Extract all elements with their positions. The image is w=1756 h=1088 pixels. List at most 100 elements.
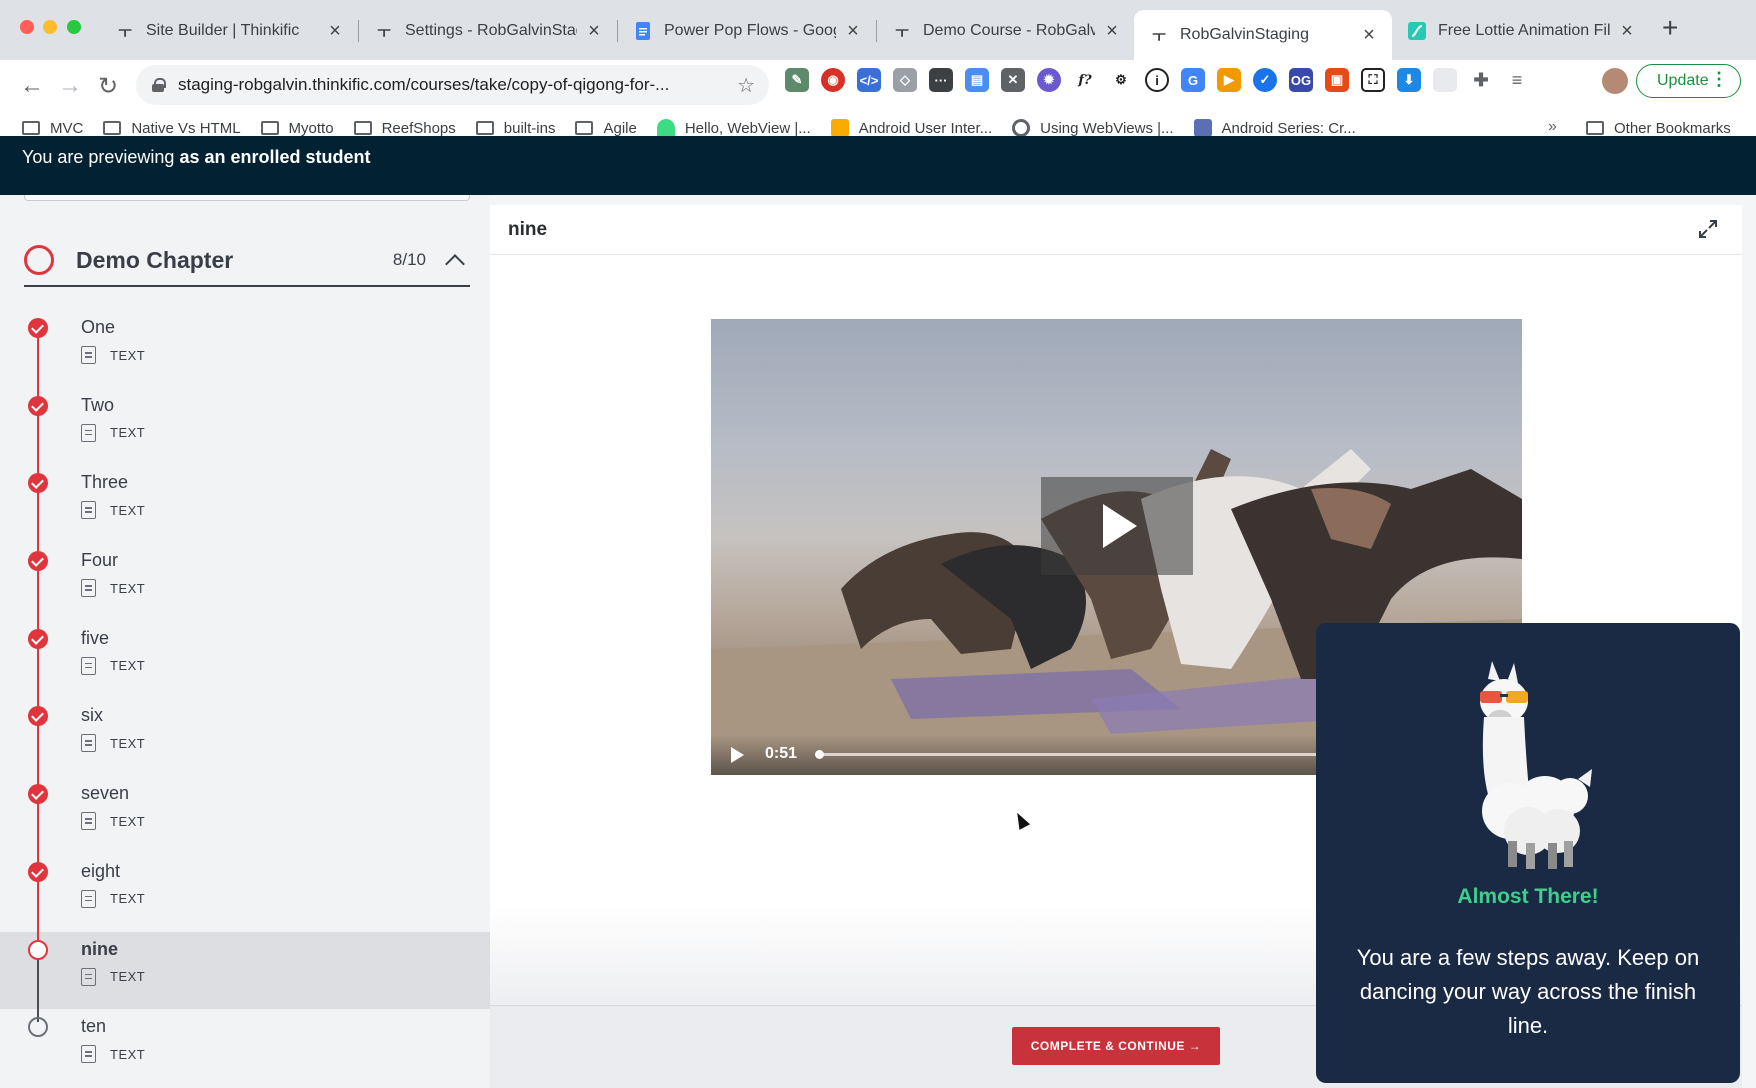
close-tab-icon[interactable]: × xyxy=(326,20,344,43)
text-document-icon xyxy=(81,967,96,986)
close-tab-icon[interactable]: × xyxy=(1618,20,1636,43)
code-extension-icon[interactable]: </> xyxy=(857,68,881,92)
media-controls-icon[interactable]: ≡ xyxy=(1505,68,1529,92)
bookmark-folder[interactable]: Myotto xyxy=(260,120,334,137)
browser-tab[interactable]: ㅜ Demo Course - RobGalvin × xyxy=(877,10,1135,52)
translate-extension-icon[interactable]: G xyxy=(1181,68,1205,92)
lesson-title: One xyxy=(81,317,116,337)
bookmark-folder[interactable]: ReefShops xyxy=(353,120,456,137)
play-icon[interactable] xyxy=(1041,477,1193,575)
tab-label: Free Lottie Animation File xyxy=(1438,22,1610,39)
arrow-extension-icon[interactable]: ▶ xyxy=(1217,68,1241,92)
gear-extension-icon[interactable]: ✹ xyxy=(1037,68,1061,92)
browser-tab[interactable]: ㅜ Settings - RobGalvinStagi × xyxy=(359,10,617,52)
reload-icon[interactable]: ↻ xyxy=(98,72,118,101)
minimize-window-button[interactable] xyxy=(43,20,57,34)
lesson-item[interactable]: seven TEXT xyxy=(0,776,490,867)
lesson-item[interactable]: One TEXT xyxy=(0,310,490,400)
bookmark-link[interactable]: Android User Inter... xyxy=(830,119,992,137)
lock-extension-icon[interactable]: ▣ xyxy=(1325,68,1349,92)
profile-avatar[interactable] xyxy=(1602,68,1628,94)
complete-check-icon xyxy=(28,473,48,494)
lesson-title: Four xyxy=(81,550,119,571)
bookmark-folder[interactable]: MVC xyxy=(22,120,83,137)
text-document-icon xyxy=(81,734,96,753)
close-tab-icon[interactable]: × xyxy=(585,20,603,43)
lesson-type-label: TEXT xyxy=(110,813,146,829)
update-label: Update xyxy=(1657,72,1709,89)
maximize-window-button[interactable] xyxy=(67,20,81,34)
progress-line xyxy=(37,879,39,944)
eyedropper-extension-icon[interactable]: ✎ xyxy=(785,68,809,92)
lesson-item[interactable]: six TEXT xyxy=(0,698,490,789)
bookmark-link[interactable]: Android Series: Cr... xyxy=(1193,119,1356,137)
folder-icon xyxy=(353,121,372,135)
wrench-extension-icon[interactable]: ⚙ xyxy=(1109,68,1133,92)
android-icon xyxy=(656,119,675,137)
lesson-type-label: TEXT xyxy=(110,969,146,984)
bookmark-label: Hello, WebView |... xyxy=(684,119,811,137)
lesson-type-label: TEXT xyxy=(110,735,146,751)
lesson-item[interactable]: ten TEXT xyxy=(0,1009,490,1087)
info-extension-icon[interactable]: i xyxy=(1145,68,1169,92)
bookmark-folder[interactable]: Native Vs HTML xyxy=(103,120,241,137)
lesson-item[interactable]: Four TEXT xyxy=(0,543,490,634)
complete-continue-button[interactable]: COMPLETE & CONTINUE → xyxy=(1012,1027,1220,1065)
close-tab-icon[interactable]: × xyxy=(1360,24,1378,47)
close-window-button[interactable] xyxy=(20,20,34,34)
play-small-icon[interactable] xyxy=(731,747,744,763)
folder-icon xyxy=(475,121,494,135)
chapter-header[interactable]: Demo Chapter 8/10 xyxy=(24,235,470,287)
font-extension-icon[interactable]: f? xyxy=(1073,68,1097,92)
more-bookmarks-icon[interactable]: » xyxy=(1548,118,1557,136)
lesson-type-label: TEXT xyxy=(110,1046,146,1062)
new-tab-icon[interactable]: + xyxy=(1662,12,1678,44)
lesson-item[interactable]: five TEXT xyxy=(0,621,490,711)
download-extension-icon[interactable]: ⬇ xyxy=(1397,68,1421,92)
lottie-icon xyxy=(1408,22,1426,40)
close-tab-icon[interactable]: × xyxy=(1103,20,1121,43)
og-extension-icon[interactable]: OG xyxy=(1289,68,1313,92)
browser-tab[interactable]: Power Pop Flows - Google × xyxy=(618,10,876,52)
video-progress-knob[interactable] xyxy=(815,750,824,759)
panel-extension-icon[interactable]: ▤ xyxy=(965,68,989,92)
puzzle-extensions-icon[interactable]: ✚ xyxy=(1469,68,1493,92)
tools-extension-icon[interactable]: ✕ xyxy=(1001,68,1025,92)
sidebar-search[interactable] xyxy=(24,195,470,201)
bookmark-star-icon[interactable]: ☆ xyxy=(737,73,755,98)
back-arrow-icon[interactable]: ← xyxy=(20,72,44,100)
lesson-item[interactable]: eight TEXT xyxy=(0,854,490,944)
bookmark-folder[interactable]: Agile xyxy=(575,120,637,137)
bookmark-link[interactable]: Using WebViews |... xyxy=(1012,119,1174,137)
progress-line xyxy=(37,569,39,634)
thinkific-icon: ㅜ xyxy=(895,23,909,41)
browser-tab[interactable]: ㅜ Site Builder | Thinkific × xyxy=(100,10,358,52)
check-extension-icon[interactable]: ✓ xyxy=(1253,68,1277,92)
lesson-item[interactable]: Two TEXT xyxy=(0,388,490,478)
bookmark-folder[interactable]: built-ins xyxy=(475,120,555,137)
lesson-item-current[interactable]: nine TEXT xyxy=(0,931,490,1022)
bookmark-label: Using WebViews |... xyxy=(1040,119,1174,137)
screenshot-extension-icon[interactable]: ⛶ xyxy=(1361,68,1385,92)
eraser-extension-icon[interactable]: ◇ xyxy=(893,68,917,92)
banner-emphasis: as an enrolled student xyxy=(179,147,371,167)
complete-check-icon xyxy=(28,784,48,805)
expand-fullscreen-icon[interactable] xyxy=(1698,219,1718,239)
blank-extension-icon[interactable] xyxy=(1433,68,1457,92)
forward-arrow-icon[interactable]: → xyxy=(58,72,82,100)
browser-tab[interactable]: Free Lottie Animation File × xyxy=(1392,10,1650,52)
chevron-up-icon[interactable] xyxy=(445,254,465,274)
browser-tab-active[interactable]: ㅜ RobGalvinStaging × xyxy=(1134,10,1392,60)
bookmark-link[interactable]: Hello, WebView |... xyxy=(656,119,811,137)
lesson-item[interactable]: Three TEXT xyxy=(0,465,490,556)
lesson-title: seven xyxy=(81,783,130,804)
lock-icon xyxy=(152,78,166,92)
update-button[interactable]: Update ⋮ xyxy=(1636,64,1741,98)
close-tab-icon[interactable]: × xyxy=(844,20,862,43)
progress-line xyxy=(37,802,39,867)
dots-extension-icon[interactable]: ··· xyxy=(929,68,953,92)
google-docs-icon xyxy=(634,22,652,40)
color-extension-icon[interactable]: ◉ xyxy=(821,68,845,92)
address-bar[interactable]: staging-robgalvin.thinkific.com/courses/… xyxy=(136,65,769,105)
progress-line xyxy=(37,724,39,789)
